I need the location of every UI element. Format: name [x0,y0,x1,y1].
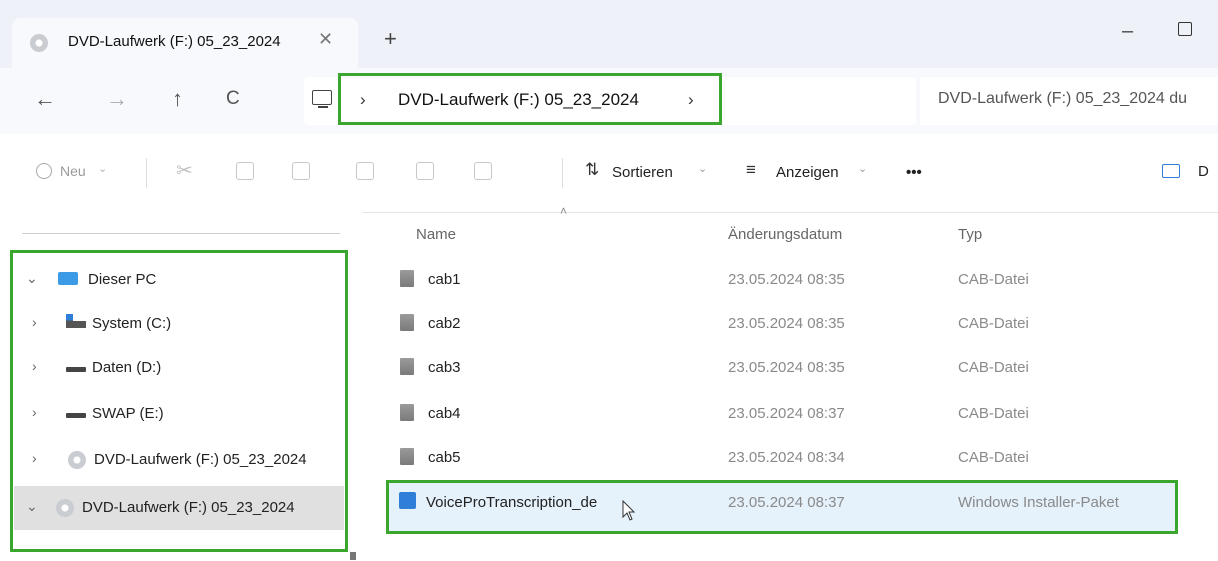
sort-button[interactable]: Sortieren [612,164,673,181]
more-options-button[interactable]: ••• [906,164,922,181]
file-type: CAB-Datei [958,271,1029,288]
file-row[interactable]: cab1 23.05.2024 08:35 CAB-Datei [386,258,1186,302]
details-pane-icon[interactable] [1162,164,1180,178]
cab-file-icon [400,404,414,421]
maximize-button[interactable] [1178,22,1192,36]
view-icon: ≡ [746,160,756,179]
file-name: cab5 [428,449,461,466]
rename-icon[interactable] [356,162,374,180]
forward-button[interactable]: → [106,86,128,112]
share-icon[interactable] [416,162,434,180]
view-button[interactable]: Anzeigen [776,164,839,181]
paste-icon[interactable] [292,162,310,180]
file-type: CAB-Datei [958,315,1029,332]
file-row[interactable]: cab2 23.05.2024 08:35 CAB-Datei [386,302,1186,346]
column-header-type[interactable]: Typ [958,226,982,243]
sidebar-scrollbar[interactable] [350,552,356,560]
tab-active[interactable]: DVD-Laufwerk (F:) 05_23_2024 ✕ [12,18,358,68]
file-type: CAB-Datei [958,359,1029,376]
sidebar-highlight [10,250,348,552]
file-modified: 23.05.2024 08:35 [728,359,845,376]
details-button[interactable]: D [1198,163,1209,180]
up-button[interactable]: ↑ [172,86,183,112]
breadcrumb-highlight [338,73,722,125]
file-row[interactable]: cab5 23.05.2024 08:34 CAB-Datei [386,436,1186,480]
cab-file-icon [400,314,414,331]
mouse-cursor-icon [622,500,636,521]
tab-title: DVD-Laufwerk (F:) 05_23_2024 [68,33,281,50]
sort-caret-icon: ˄ [560,204,568,218]
file-row[interactable]: cab4 23.05.2024 08:37 CAB-Datei [386,392,1186,436]
file-modified: 23.05.2024 08:34 [728,449,845,466]
disc-icon [30,34,48,52]
new-dropdown-icon[interactable]: ⌄ [98,162,107,175]
refresh-button[interactable]: C [226,88,240,110]
file-row[interactable]: cab3 23.05.2024 08:35 CAB-Datei [386,346,1186,390]
cab-file-icon [400,448,414,465]
back-button[interactable]: ← [34,86,56,112]
sidebar-divider [22,233,340,234]
file-type: CAB-Datei [958,449,1029,466]
column-header-name[interactable]: Name [416,226,456,243]
new-button[interactable]: Neu [60,163,86,179]
monitor-icon [312,90,332,105]
file-name: cab1 [428,271,461,288]
new-icon [36,163,52,179]
cab-file-icon [400,270,414,287]
search-input[interactable]: DVD-Laufwerk (F:) 05_23_2024 du [938,90,1187,108]
minimize-button[interactable]: – [1122,20,1133,43]
sort-icon: ⇅ [585,160,600,179]
separator [562,158,563,188]
file-name: cab3 [428,359,461,376]
cab-file-icon [400,358,414,375]
monitor-stand [318,106,328,108]
separator [146,158,147,188]
file-modified: 23.05.2024 08:35 [728,271,845,288]
file-modified: 23.05.2024 08:35 [728,315,845,332]
new-tab-button[interactable]: + [384,26,397,52]
file-name: cab4 [428,405,461,422]
copy-icon[interactable] [236,162,254,180]
sort-dropdown-icon[interactable]: ⌄ [698,162,707,175]
file-name: cab2 [428,315,461,332]
column-header-modified[interactable]: Änderungsdatum [728,226,842,243]
close-tab-icon[interactable]: ✕ [318,29,333,50]
file-row-highlight [386,480,1178,534]
cut-icon[interactable]: ✂ [176,158,193,183]
file-modified: 23.05.2024 08:37 [728,405,845,422]
view-dropdown-icon[interactable]: ⌄ [858,162,867,175]
delete-icon[interactable] [474,162,492,180]
file-type: CAB-Datei [958,405,1029,422]
